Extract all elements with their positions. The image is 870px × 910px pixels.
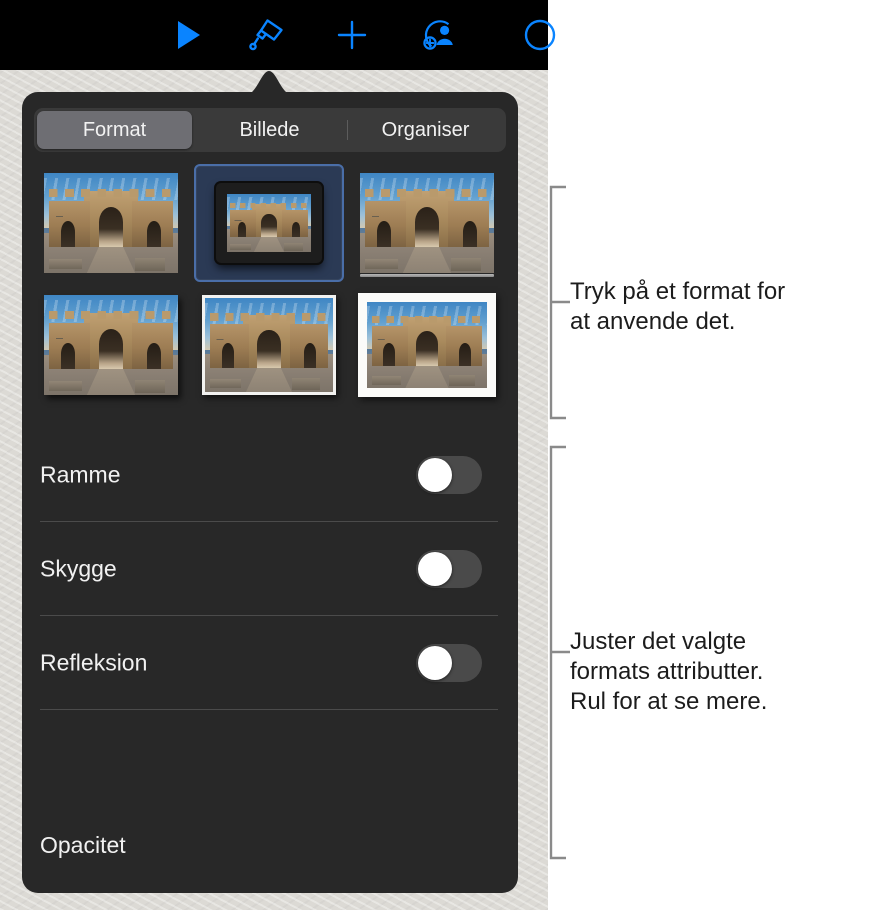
popover-pointer [243, 71, 295, 96]
row-divider [40, 709, 498, 710]
callout-text-apply-format: Tryk på et format for at anvende det. [570, 278, 786, 335]
plus-add-icon[interactable] [322, 0, 382, 70]
archway-photo [227, 194, 311, 252]
style-thumbnail-plain[interactable] [36, 164, 186, 282]
toggle-ramme[interactable] [416, 456, 482, 494]
callout-bracket-top [549, 185, 570, 420]
style-thumbnail-shelf[interactable] [352, 164, 502, 282]
panel-tab-bar: Format Billede Organiser [34, 108, 506, 152]
style-preview-image [202, 295, 336, 395]
attribute-label-refleksion: Refleksion [40, 649, 148, 676]
tab-format[interactable]: Format [37, 111, 192, 149]
format-popover-panel: Format Billede Organiser ― ― ― ― ― ― Ram… [22, 92, 518, 893]
style-preview-image [44, 295, 178, 395]
style-thumbnail-drop-shadow[interactable] [36, 286, 186, 404]
tab-billede[interactable]: Billede [192, 111, 347, 149]
archway-photo [360, 173, 494, 273]
style-preview-image [360, 173, 494, 273]
archway-photo [44, 295, 178, 395]
tab-billede-label: Billede [239, 118, 300, 141]
style-preview-image [358, 293, 496, 397]
toggle-knob [418, 458, 452, 492]
attribute-row-skygge: Skygge [22, 522, 518, 616]
style-preview-image [44, 173, 178, 273]
archway-photo [205, 298, 333, 392]
archway-photo [367, 302, 487, 388]
toggle-skygge[interactable] [416, 550, 482, 588]
attribute-row-refleksion: Refleksion [22, 616, 518, 710]
attribute-label-ramme: Ramme [40, 461, 121, 488]
play-icon[interactable] [160, 0, 218, 70]
tab-organiser-label: Organiser [381, 118, 470, 141]
callout-bracket-bottom [549, 445, 570, 860]
tab-organiser[interactable]: Organiser [348, 111, 503, 149]
tab-format-label: Format [82, 118, 147, 141]
paintbrush-format-icon[interactable] [237, 0, 297, 70]
style-shelf-line [360, 274, 494, 277]
attribute-row-ramme: Ramme [22, 428, 518, 522]
style-preview-image [216, 183, 322, 263]
image-style-grid [36, 164, 506, 404]
opacity-section: Opacitet 100 % [22, 806, 518, 893]
toggle-refleksion[interactable] [416, 644, 482, 682]
app-toolbar [0, 0, 556, 70]
opacity-label: Opacitet [40, 832, 126, 858]
add-collaborator-icon[interactable] [408, 0, 472, 70]
style-thumbnail-white-mat[interactable] [352, 286, 502, 404]
toggle-knob [418, 646, 452, 680]
callout-text-adjust-attributes: Juster det valgte formats attributter. R… [570, 628, 768, 715]
toggle-knob [418, 552, 452, 586]
style-thumbnail-thin-white-border[interactable] [194, 286, 344, 404]
archway-photo [44, 173, 178, 273]
style-thumbnail-deep-frame[interactable] [194, 164, 344, 282]
more-options-icon[interactable] [512, 0, 568, 70]
attribute-label-skygge: Skygge [40, 555, 117, 582]
